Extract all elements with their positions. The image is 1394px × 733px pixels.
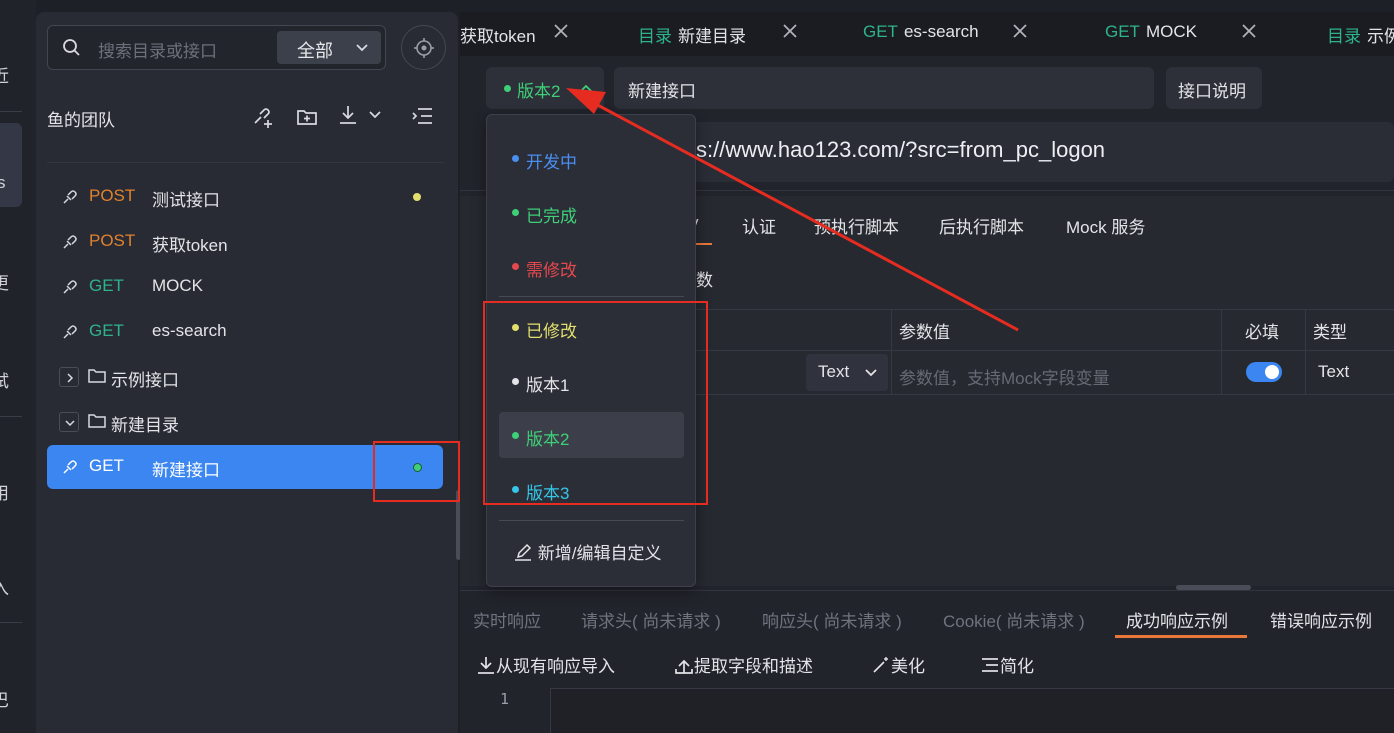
annotation-arrow [566, 88, 1019, 332]
